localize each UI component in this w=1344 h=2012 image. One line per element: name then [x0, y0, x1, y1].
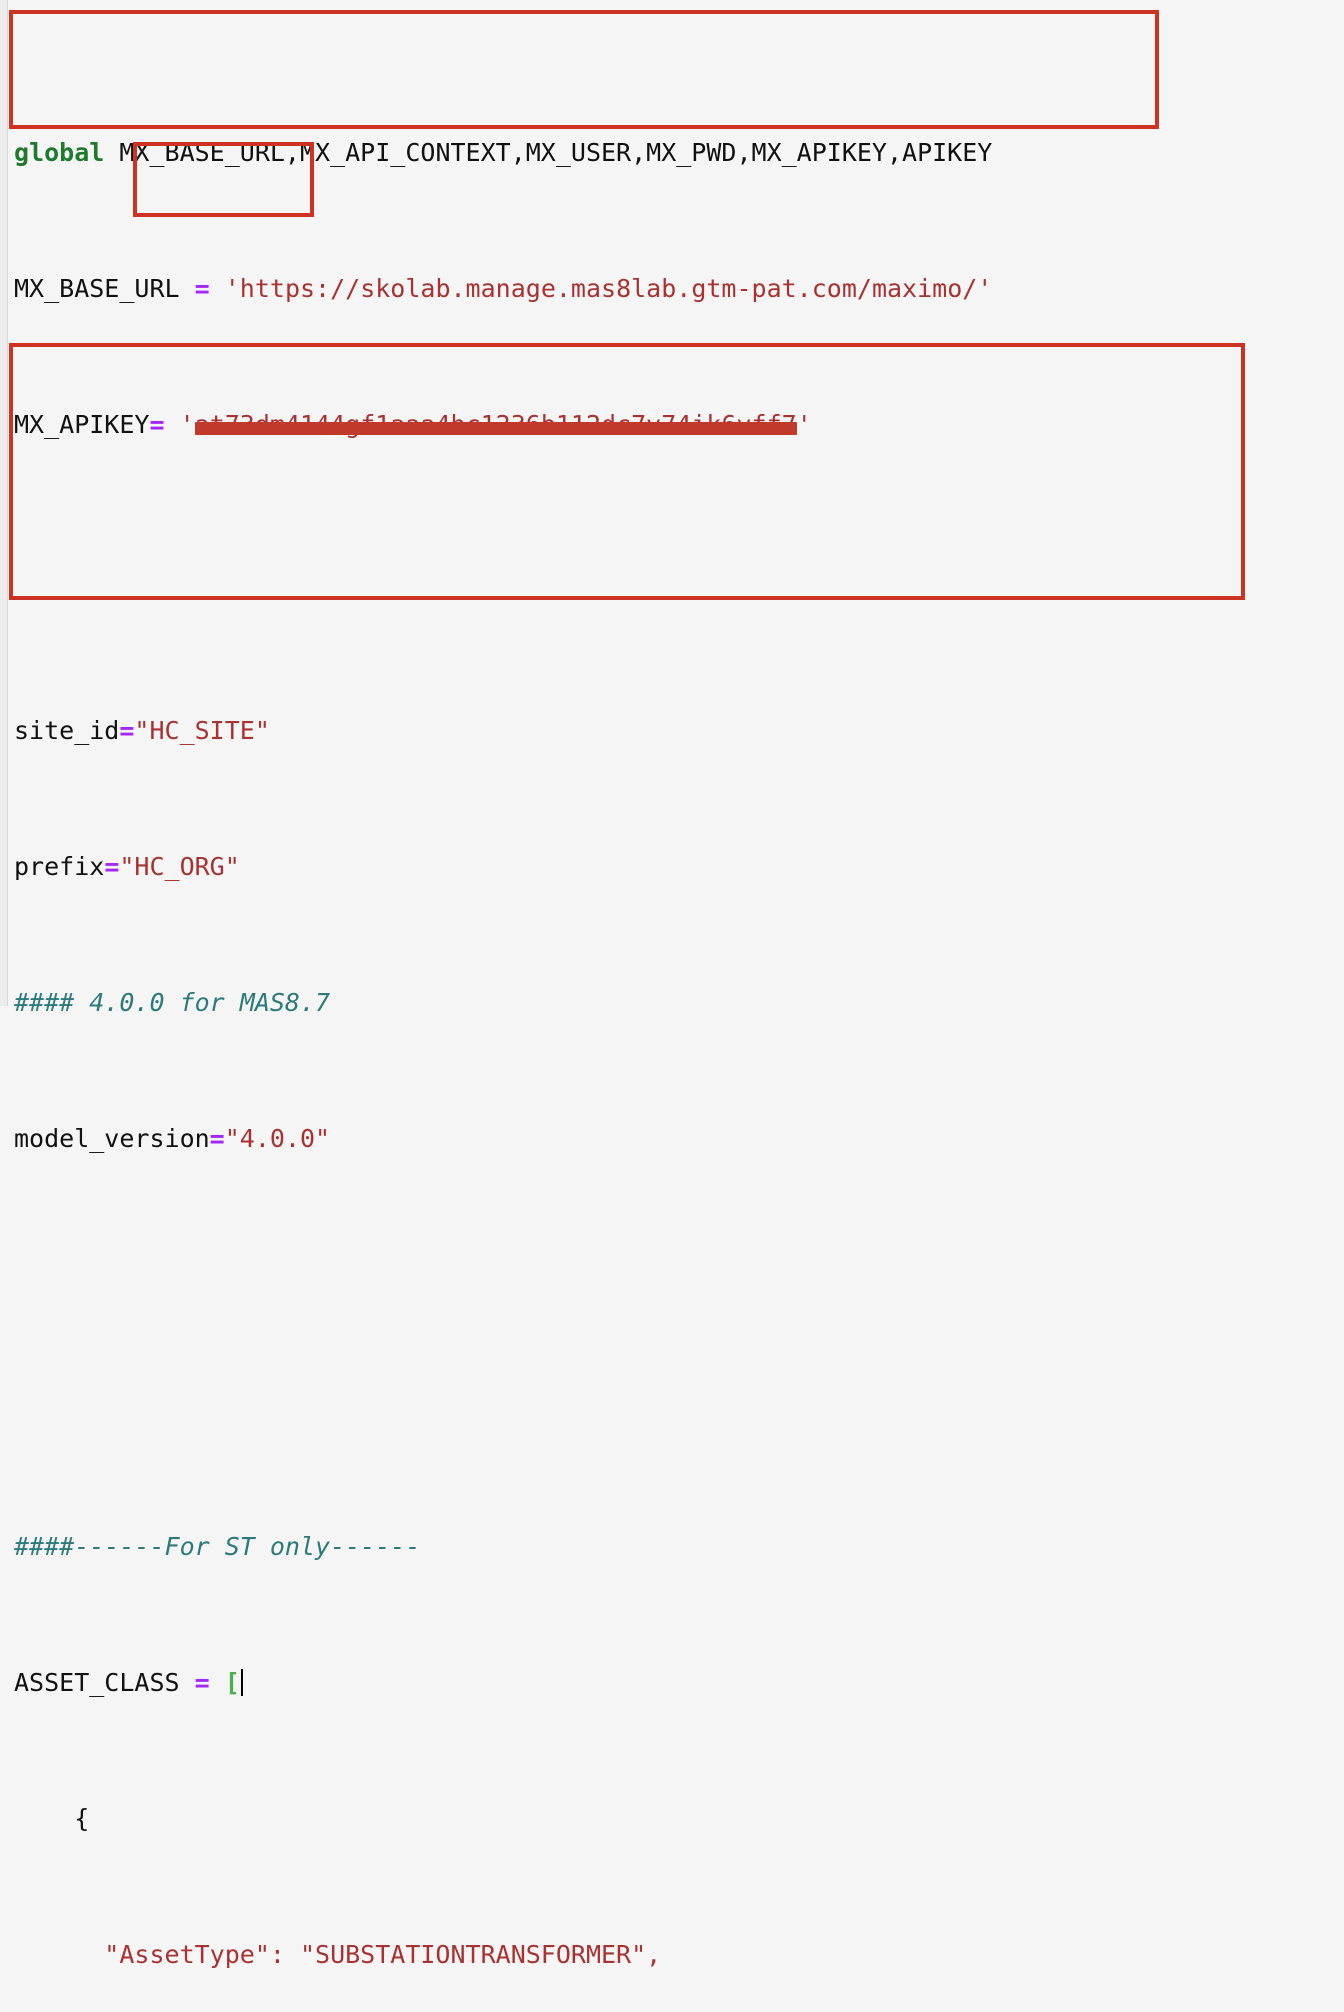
quote-open: '	[164, 410, 195, 439]
assign-operator: =	[209, 1124, 225, 1153]
code-line-prefix[interactable]: prefix="HC_ORG"	[14, 850, 1344, 884]
model-version-value: "4.0.0"	[224, 1124, 331, 1153]
editor-gutter	[0, 0, 8, 1006]
code-line-st-only-comment[interactable]: ####------For ST only------	[14, 1530, 1344, 1564]
global-var-list: MX_BASE_URL,MX_API_CONTEXT,MX_USER,MX_PW…	[104, 138, 993, 167]
assign-operator: =	[149, 410, 165, 439]
base-url-string: 'https://skolab.manage.mas8lab.gtm-pat.c…	[209, 274, 993, 303]
var-prefix: prefix	[14, 852, 105, 881]
var-model-version: model_version	[14, 1124, 210, 1153]
site-id-value: "HC_SITE"	[134, 716, 270, 745]
code-line-site-id[interactable]: site_id="HC_SITE"	[14, 714, 1344, 748]
var-asset-class: ASSET_CLASS	[14, 1668, 195, 1697]
open-bracket: [	[209, 1668, 240, 1697]
assign-operator: =	[194, 274, 210, 303]
code-content[interactable]: global MX_BASE_URL,MX_API_CONTEXT,MX_USE…	[14, 0, 1344, 2012]
code-line-asset-class-st[interactable]: ASSET_CLASS = [	[14, 1666, 1344, 1700]
comment-st-only: ####------For ST only------	[14, 1532, 421, 1561]
text-caret	[240, 1669, 243, 1696]
code-line-global[interactable]: global MX_BASE_URL,MX_API_CONTEXT,MX_USE…	[14, 136, 1344, 170]
prefix-value: "HC_ORG"	[119, 852, 240, 881]
quote-close: '	[796, 410, 812, 439]
assign-operator: =	[104, 852, 120, 881]
code-editor-canvas: global MX_BASE_URL,MX_API_CONTEXT,MX_USE…	[0, 0, 1344, 1969]
code-line-assettype-st[interactable]: "AssetType": "SUBSTATIONTRANSFORMER",	[14, 1938, 1344, 1972]
keyword-global: global	[14, 138, 105, 167]
brace-open: {	[14, 1804, 90, 1833]
code-line-brace-open[interactable]: {	[14, 1802, 1344, 1836]
var-site-id: site_id	[14, 716, 120, 745]
assign-operator: =	[119, 716, 135, 745]
redacted-apikey-value: at73dm4144gf1aaa4hc1236b112dc7v74ik6vff7	[194, 408, 797, 442]
code-line-base-url[interactable]: MX_BASE_URL = 'https://skolab.manage.mas…	[14, 272, 1344, 306]
code-line-apikey[interactable]: MX_APIKEY= 'at73dm4144gf1aaa4hc1236b112d…	[14, 408, 1344, 442]
comment-version: #### 4.0.0 for MAS8.7	[14, 988, 331, 1017]
code-line-version-comment[interactable]: #### 4.0.0 for MAS8.7	[14, 986, 1344, 1020]
code-line-model-version[interactable]: model_version="4.0.0"	[14, 1122, 1344, 1156]
var-mx-base-url: MX_BASE_URL	[14, 274, 195, 303]
assettype-entry: "AssetType": "SUBSTATIONTRANSFORMER",	[14, 1940, 662, 1969]
assign-operator: =	[194, 1668, 210, 1697]
var-mx-apikey: MX_APIKEY	[14, 410, 150, 439]
